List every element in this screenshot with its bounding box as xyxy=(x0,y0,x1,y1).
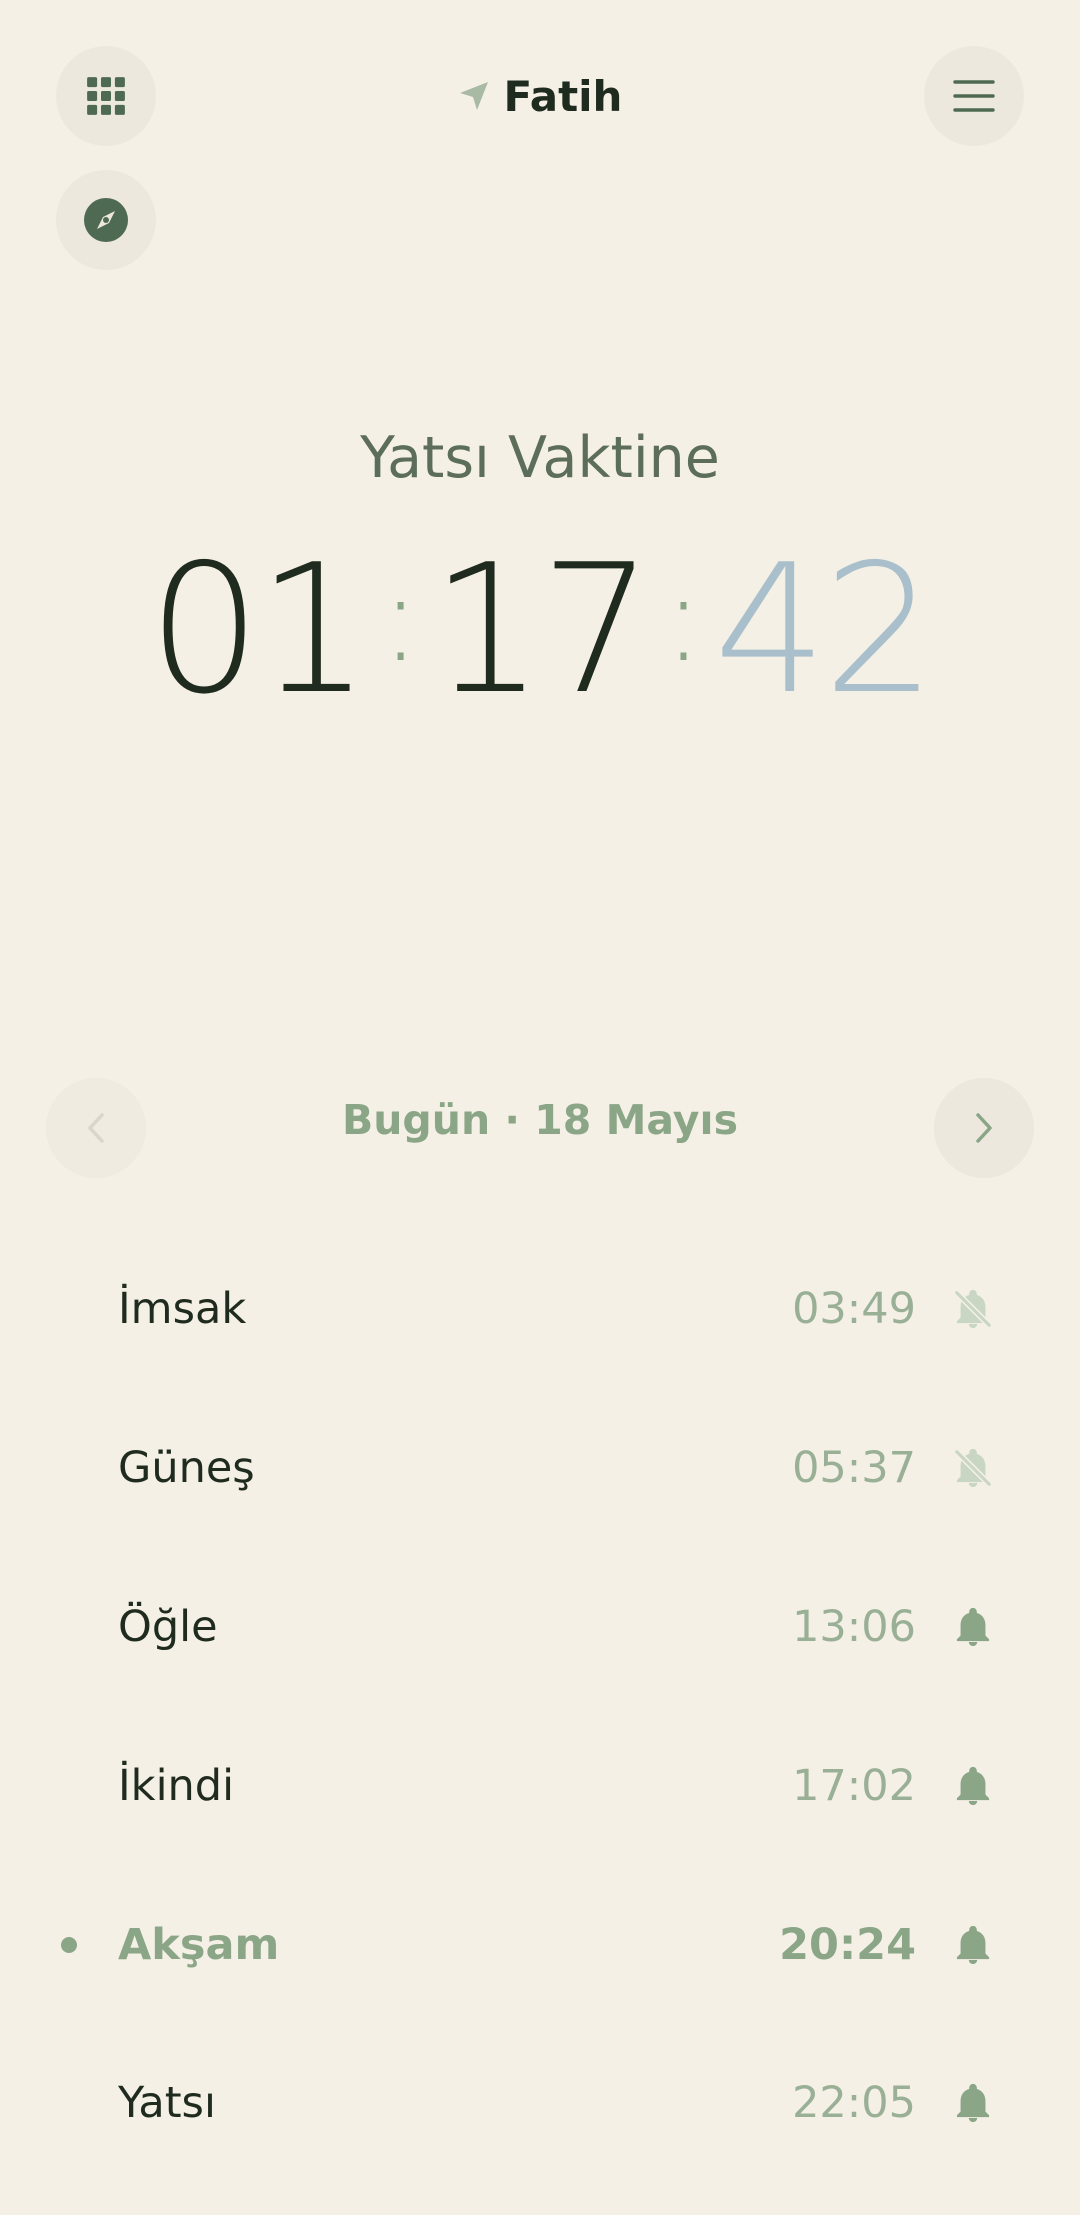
date-label: Bugün · 18 Mayıs xyxy=(341,1096,738,1144)
next-day-button[interactable] xyxy=(934,1078,1034,1178)
prayer-time: 20:24 xyxy=(779,1919,916,1970)
prayer-row-ikindi[interactable]: İkindi 17:02 xyxy=(0,1706,1080,1865)
countdown-hours: 01 xyxy=(147,526,370,733)
countdown-minutes: 17 xyxy=(430,526,653,733)
bell-icon[interactable] xyxy=(950,2080,996,2126)
next-prayer-label: Yatsı Vaktine xyxy=(360,425,720,491)
prayer-name: Öğle xyxy=(118,1601,218,1652)
bell-off-icon[interactable] xyxy=(950,1286,996,1332)
prayer-name: İkindi xyxy=(118,1760,235,1811)
prayer-row-yatsi[interactable]: Yatsı 22:05 xyxy=(0,2024,1080,2183)
prayer-time: 13:06 xyxy=(792,1601,916,1652)
prayer-name: Akşam xyxy=(118,1919,280,1970)
prayer-row-aksam[interactable]: Akşam 20:24 xyxy=(0,1865,1080,2024)
countdown-seconds: 42 xyxy=(713,526,936,733)
location-arrow-icon xyxy=(459,82,488,110)
location-name: Fatih xyxy=(503,71,623,121)
current-prayer-indicator xyxy=(61,1936,77,1953)
prayer-name: İmsak xyxy=(118,1284,247,1335)
bell-icon[interactable] xyxy=(950,1922,996,1968)
chevron-right-icon xyxy=(976,1113,992,1143)
prayer-time: 22:05 xyxy=(792,2078,916,2129)
hamburger-menu-icon xyxy=(953,80,995,112)
location-header[interactable]: Fatih xyxy=(0,68,1080,124)
countdown-separator: : xyxy=(380,550,420,689)
bell-icon[interactable] xyxy=(950,1604,996,1650)
compass-icon xyxy=(84,198,128,242)
prayer-row-gunes[interactable]: Güneş 05:37 xyxy=(0,1389,1080,1548)
qibla-compass-button[interactable] xyxy=(56,170,156,270)
countdown-separator: : xyxy=(663,550,703,689)
bell-icon[interactable] xyxy=(950,1763,996,1809)
prayer-row-imsak[interactable]: İmsak 03:49 xyxy=(0,1230,1080,1389)
prayer-time: 17:02 xyxy=(792,1760,916,1811)
prayer-name: Yatsı xyxy=(118,2078,216,2129)
bell-off-icon[interactable] xyxy=(950,1445,996,1491)
prayer-time: 03:49 xyxy=(792,1284,916,1335)
prayer-name: Güneş xyxy=(118,1443,255,1494)
menu-button[interactable] xyxy=(924,46,1024,146)
prayer-times-list: İmsak 03:49 Güneş 05:37 Öğle 13:06 İkind… xyxy=(0,1230,1080,2183)
prayer-row-ogle[interactable]: Öğle 13:06 xyxy=(0,1548,1080,1707)
prayer-time: 05:37 xyxy=(792,1443,916,1494)
countdown-timer: 01 : 17 : 42 xyxy=(0,540,1080,720)
